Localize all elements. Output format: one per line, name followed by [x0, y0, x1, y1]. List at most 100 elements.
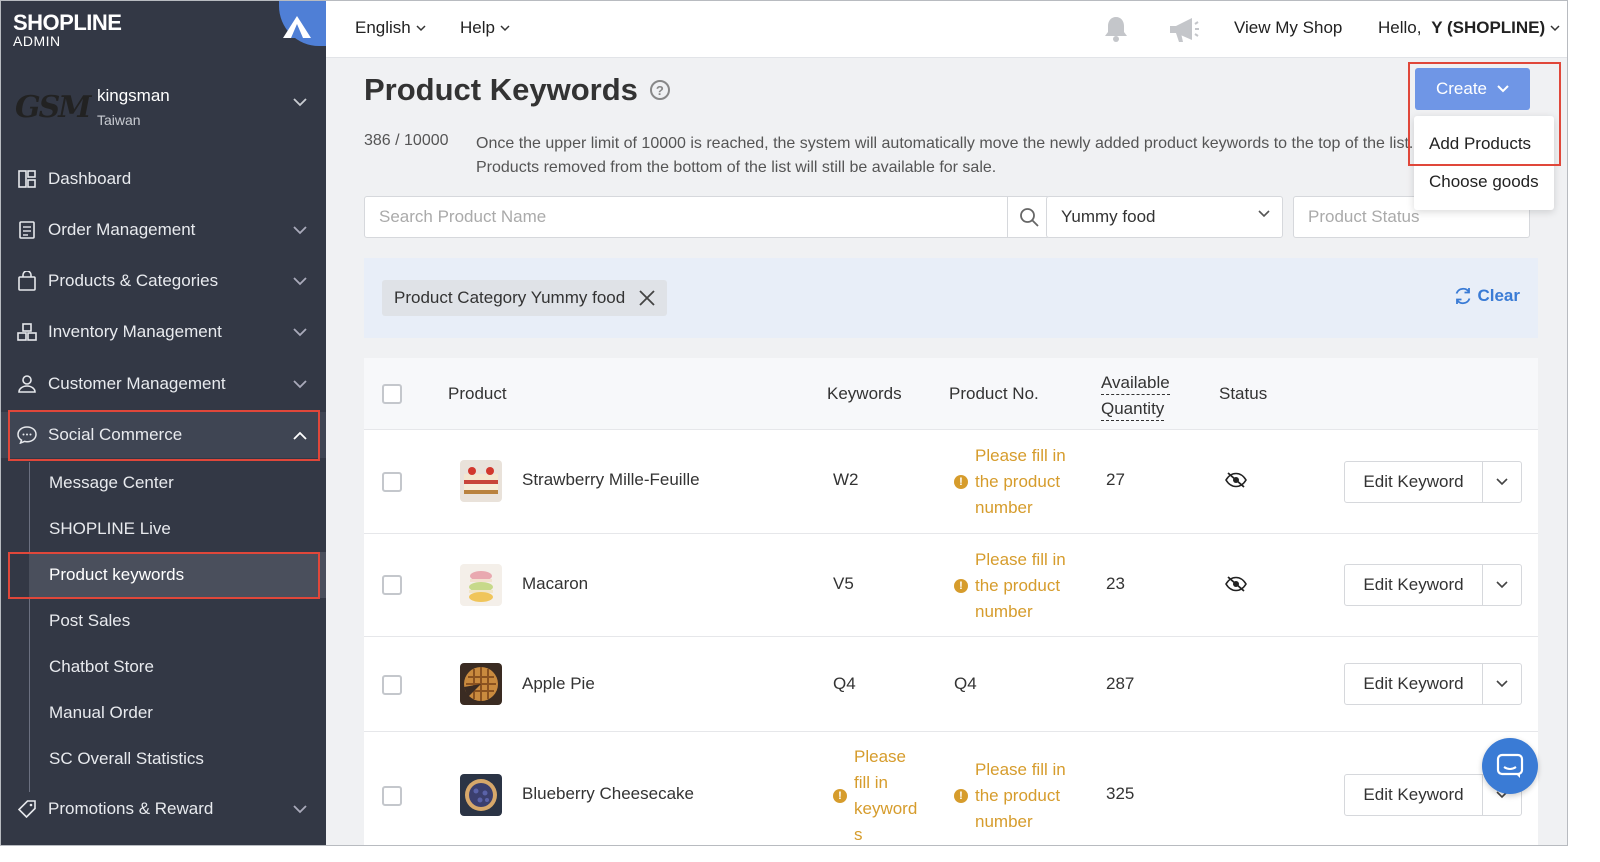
- edit-keyword-group: Edit Keyword: [1344, 461, 1522, 503]
- product-thumbnail[interactable]: [460, 663, 502, 705]
- edit-keyword-button[interactable]: Edit Keyword: [1345, 462, 1483, 502]
- chevron-down-icon: [1258, 210, 1270, 218]
- header-status[interactable]: Status: [1219, 384, 1267, 404]
- page-margin: [0, 846, 1600, 862]
- sidebar-item-products[interactable]: Products & Categories: [1, 258, 326, 304]
- product-name[interactable]: Apple Pie: [522, 674, 595, 694]
- more-actions-button[interactable]: [1483, 664, 1521, 704]
- warning-line: Please fill in: [975, 760, 1066, 779]
- edit-keyword-group: Edit Keyword: [1344, 564, 1522, 606]
- brand-logo[interactable]: SHOPLINE ADMIN: [13, 10, 122, 49]
- filter-tag: Product Category Yummy food: [382, 280, 668, 316]
- header-product-no[interactable]: Product No.: [949, 384, 1039, 404]
- product-name[interactable]: Blueberry Cheesecake: [522, 784, 694, 804]
- top-bar: English Help View My Shop Hello, Y (SHOP…: [326, 0, 1600, 58]
- select-all-checkbox[interactable]: [382, 384, 402, 404]
- warning-icon: !: [954, 475, 968, 489]
- view-my-shop-link[interactable]: View My Shop: [1234, 18, 1342, 38]
- shop-switcher[interactable]: GSM kingsman Taiwan: [15, 84, 315, 136]
- available-quantity: 287: [1106, 674, 1135, 693]
- product-name[interactable]: Strawberry Mille-Feuille: [522, 470, 700, 490]
- page-title-text: Product Keywords: [364, 72, 638, 107]
- edit-keyword-button[interactable]: Edit Keyword: [1345, 565, 1483, 605]
- shop-name: kingsman: [97, 86, 170, 105]
- more-actions-button[interactable]: [1483, 565, 1521, 605]
- sidebar-item-label: Social Commerce: [48, 425, 183, 444]
- warning-line: the product: [975, 472, 1061, 491]
- chat-bubble-icon: [1496, 753, 1524, 778]
- available-quantity: 325: [1106, 784, 1135, 803]
- row-checkbox[interactable]: [382, 786, 402, 806]
- warning-icon: !: [833, 789, 847, 803]
- sidebar-subitem-sc-statistics[interactable]: SC Overall Statistics: [29, 736, 326, 782]
- sidebar-subitem-shopline-live[interactable]: SHOPLINE Live: [29, 506, 326, 552]
- more-actions-button[interactable]: [1483, 462, 1521, 502]
- help-dropdown[interactable]: Help: [460, 18, 510, 38]
- eye-off-icon: [1225, 576, 1247, 597]
- search-input[interactable]: [365, 197, 999, 237]
- megaphone-icon[interactable]: [1168, 16, 1200, 49]
- shop-logo: GSM: [15, 90, 91, 125]
- sidebar-item-customers[interactable]: Customer Management: [1, 361, 326, 407]
- sidebar-subitem-post-sales[interactable]: Post Sales: [29, 598, 326, 644]
- close-icon[interactable]: [639, 290, 655, 306]
- sidebar-subitem-label: SHOPLINE Live: [49, 519, 171, 538]
- warning-line: number: [975, 498, 1033, 517]
- row-checkbox[interactable]: [382, 472, 402, 492]
- header-product[interactable]: Product: [448, 384, 507, 404]
- header-qty-line1: Available: [1101, 372, 1170, 395]
- sidebar-subitem-message-center[interactable]: Message Center: [29, 460, 326, 506]
- sidebar-subitem-manual-order[interactable]: Manual Order: [29, 690, 326, 736]
- edit-keyword-button[interactable]: Edit Keyword: [1345, 775, 1483, 815]
- language-dropdown[interactable]: English: [355, 18, 426, 38]
- header-available-quantity[interactable]: Available Quantity: [1101, 370, 1170, 422]
- eye-off-icon: [1225, 472, 1247, 493]
- bell-icon[interactable]: [1102, 15, 1130, 48]
- chat-support-button[interactable]: [1482, 738, 1538, 794]
- product-no-warning: Please fill in the product number: [975, 547, 1066, 625]
- product-name[interactable]: Macaron: [522, 574, 588, 594]
- chevron-down-icon: [293, 804, 307, 813]
- shop-region: Taiwan: [97, 112, 141, 128]
- menu-item-choose-goods[interactable]: Choose goods: [1429, 172, 1539, 192]
- edit-keyword-button[interactable]: Edit Keyword: [1345, 664, 1483, 704]
- sidebar-subitem-product-keywords[interactable]: Product keywords: [29, 552, 326, 598]
- sidebar-subitem-label: Manual Order: [49, 703, 153, 722]
- chevron-up-icon: [293, 431, 307, 440]
- product-keyword: V5: [833, 574, 854, 593]
- limit-notice: Once the upper limit of 10000 is reached…: [476, 135, 1414, 176]
- sidebar-item-label: Customer Management: [48, 374, 226, 393]
- sidebar-item-orders[interactable]: Order Management: [1, 207, 326, 253]
- sidebar-subitem-chatbot-store[interactable]: Chatbot Store: [29, 644, 326, 690]
- row-checkbox[interactable]: [382, 675, 402, 695]
- warning-line: keyword: [854, 799, 918, 818]
- chevron-down-icon: [293, 98, 307, 107]
- header-keywords[interactable]: Keywords: [827, 384, 902, 404]
- clear-filters-button[interactable]: Clear: [1453, 286, 1520, 306]
- category-select[interactable]: Yummy food: [1046, 196, 1283, 238]
- order-icon: [17, 220, 37, 240]
- menu-item-add-products[interactable]: Add Products: [1429, 134, 1531, 154]
- sidebar-item-social-commerce[interactable]: Social Commerce: [1, 412, 326, 458]
- sidebar-subitem-label: Message Center: [49, 473, 174, 492]
- sidebar-item-dashboard[interactable]: Dashboard: [1, 156, 326, 202]
- warning-line: number: [975, 602, 1033, 621]
- sidebar-item-label: Order Management: [48, 220, 196, 239]
- user-menu[interactable]: Hello, Y (SHOPLINE): [1378, 18, 1560, 38]
- chevron-down-icon: [1496, 478, 1508, 486]
- chat-icon: [17, 425, 37, 445]
- row-checkbox[interactable]: [382, 575, 402, 595]
- product-no-warning: Please fill in the product number: [975, 443, 1066, 521]
- app-switcher-icon[interactable]: [279, 0, 326, 46]
- table-row: Apple Pie Q4 Q4 287 Edit Keyword: [364, 637, 1538, 732]
- bag-icon: [17, 271, 37, 291]
- question-icon[interactable]: ?: [649, 80, 670, 100]
- product-thumbnail[interactable]: [460, 460, 502, 502]
- sidebar-item-label: Products & Categories: [48, 271, 219, 290]
- search-button[interactable]: [1007, 197, 1049, 237]
- product-thumbnail[interactable]: [460, 774, 502, 816]
- sidebar-item-promotions[interactable]: Promotions & Reward: [1, 786, 326, 832]
- product-thumbnail[interactable]: [460, 564, 502, 606]
- sidebar-item-inventory[interactable]: Inventory Management: [1, 309, 326, 355]
- create-button[interactable]: Create: [1415, 68, 1530, 110]
